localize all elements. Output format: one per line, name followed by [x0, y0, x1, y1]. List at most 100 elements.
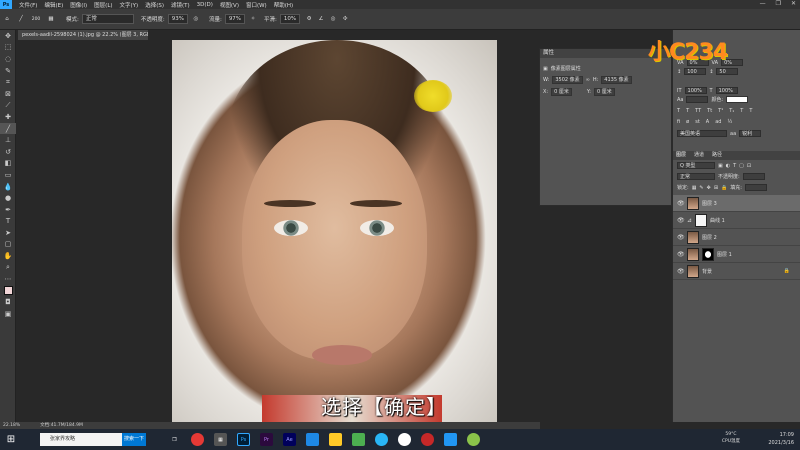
layer-row[interactable]: 👁 背景 🔒 [673, 263, 800, 280]
lock-pixels-icon[interactable]: ▦ [692, 185, 697, 191]
titling-icon[interactable]: ad [715, 119, 721, 125]
underline-icon[interactable]: T [740, 108, 743, 114]
brush-tool-icon[interactable]: ╱ [14, 16, 28, 22]
menu-filter[interactable]: 滤镜(T) [171, 1, 190, 9]
layer-opacity-field[interactable] [742, 173, 765, 180]
premiere-icon[interactable]: Pr [260, 433, 273, 446]
minimize-button[interactable]: — [760, 0, 766, 7]
zoom-level[interactable]: 22.18% [3, 422, 20, 429]
visibility-eye-icon[interactable]: 👁 [677, 217, 685, 224]
tab-paths[interactable]: 路径 [712, 151, 722, 160]
photoshop-logo[interactable]: Ps [0, 0, 12, 9]
filter-pixel-icon[interactable]: ▣ [718, 163, 723, 169]
layer-row[interactable]: 👁 ⊿ 曲线 1 [673, 212, 800, 229]
language-select[interactable]: 美国英语 [677, 130, 727, 137]
smoothing-field[interactable]: 10% [279, 14, 301, 24]
pressure-opacity-icon[interactable]: ◎ [191, 16, 201, 22]
healing-brush-icon[interactable]: ✚ [0, 111, 16, 123]
app-white-icon[interactable] [398, 433, 411, 446]
menu-view[interactable]: 视图(V) [220, 1, 239, 9]
lock-artboard-icon[interactable]: ⊞ [714, 185, 718, 191]
pressure-size-icon[interactable]: ◎ [327, 16, 339, 22]
lock-move-icon[interactable]: ✥ [707, 185, 711, 191]
mode-select[interactable]: 正常 [81, 14, 134, 24]
screen-mode-icon[interactable]: ▣ [0, 308, 16, 320]
app-video-icon[interactable] [444, 433, 457, 446]
opacity-field[interactable]: 93% [167, 14, 188, 24]
menu-file[interactable]: 文件(F) [19, 1, 37, 9]
alternates-icon[interactable]: A [706, 119, 709, 125]
task-view-icon[interactable]: ❒ [168, 433, 181, 446]
horizontal-scale-field[interactable]: 100% [715, 87, 738, 94]
leading-field[interactable]: 50 [716, 68, 739, 75]
superscript-icon[interactable]: T¹ [718, 108, 723, 114]
lock-all-icon[interactable]: 🔒 [721, 185, 727, 191]
menu-select[interactable]: 选择(S) [145, 1, 164, 9]
taskbar-search-button[interactable]: 搜索一下 [122, 433, 146, 446]
antialias-select[interactable]: 锐利 [739, 130, 762, 137]
symmetry-icon[interactable]: ✣ [339, 16, 351, 22]
menu-help[interactable]: 帮助(H) [274, 1, 293, 9]
layer-row[interactable]: 👁 图层 1 [673, 246, 800, 263]
subscript-icon[interactable]: T₁ [729, 108, 734, 114]
x-field[interactable]: 0 厘米 [551, 88, 572, 96]
history-brush-icon[interactable]: ↺ [0, 146, 16, 158]
explorer-icon[interactable]: ▦ [214, 433, 227, 446]
layer-filter-select[interactable]: Q 类型 [677, 162, 715, 169]
text-color-swatch[interactable] [726, 96, 749, 103]
blur-tool-icon[interactable]: 💧 [0, 181, 16, 193]
photoshop-taskbar-icon[interactable]: Ps [237, 433, 250, 446]
layer-row[interactable]: 👁 图层 3 [673, 195, 800, 212]
menu-type[interactable]: 文字(Y) [120, 1, 139, 9]
zoom-tool-icon[interactable]: ⌕ [0, 262, 16, 274]
vertical-scale-field[interactable]: 100% [684, 87, 707, 94]
eraser-tool-icon[interactable]: ◧ [0, 158, 16, 170]
airbrush-icon[interactable]: ✧ [248, 16, 258, 22]
taskbar-clock[interactable]: 17:09 2021/3/16 [768, 431, 794, 447]
baseline-field[interactable] [686, 96, 709, 103]
faux-bold-icon[interactable]: T [677, 108, 680, 114]
faux-italic-icon[interactable]: T [686, 108, 689, 114]
y-field[interactable]: 0 厘米 [593, 88, 615, 96]
all-caps-icon[interactable]: TT [695, 108, 701, 114]
ligature-icon[interactable]: fi [677, 119, 680, 125]
filter-smart-icon[interactable]: ⊡ [747, 163, 751, 169]
angle-icon[interactable]: ∠ [315, 16, 327, 22]
app-green-icon[interactable] [467, 433, 480, 446]
app-blue-icon[interactable] [306, 433, 319, 446]
brush-panel-icon[interactable]: ▦ [44, 16, 58, 22]
menu-edit[interactable]: 编辑(E) [44, 1, 63, 9]
wechat-icon[interactable] [352, 433, 365, 446]
record-icon[interactable] [421, 433, 434, 446]
color-swatches[interactable] [0, 285, 16, 297]
close-button[interactable]: ✕ [791, 0, 796, 7]
small-caps-icon[interactable]: Tt [707, 108, 712, 114]
tab-channels[interactable]: 通道 [694, 151, 704, 160]
maximize-button[interactable]: ❐ [776, 0, 781, 7]
lasso-tool-icon[interactable]: ◌ [0, 53, 16, 65]
visibility-eye-icon[interactable]: 👁 [677, 200, 685, 207]
lock-brush-icon[interactable]: ✎ [699, 185, 703, 191]
eyedropper-tool-icon[interactable]: ⟋ [0, 100, 16, 112]
menu-image[interactable]: 图像(I) [70, 1, 87, 9]
brush-tool-icon[interactable]: ╱ [0, 122, 16, 135]
brush-size-preset[interactable]: 200 [28, 17, 44, 22]
settings-gear-icon[interactable]: ⚙ [303, 16, 315, 22]
after-effects-icon[interactable]: Ae [283, 433, 296, 446]
move-tool-icon[interactable]: ✥ [0, 30, 16, 42]
taskbar-search-box[interactable]: 张家界攻略 [40, 433, 122, 446]
windows-start-icon[interactable]: ⊞ [4, 433, 18, 447]
fill-field[interactable] [744, 184, 767, 191]
hand-tool-icon[interactable]: ✋ [0, 250, 16, 262]
menu-layer[interactable]: 图层(L) [94, 1, 112, 9]
filter-shape-icon[interactable]: ▢ [739, 163, 744, 169]
filter-adjust-icon[interactable]: ◐ [726, 163, 730, 169]
chrome-icon[interactable] [191, 433, 204, 446]
blend-mode-select[interactable]: 正常 [677, 173, 715, 180]
scale-field[interactable]: 100 [684, 68, 707, 75]
marquee-tool-icon[interactable]: ⬚ [0, 42, 16, 54]
stamp-tool-icon[interactable]: ⊥ [0, 134, 16, 146]
app-yellow-icon[interactable] [329, 433, 342, 446]
home-icon[interactable]: ⌂ [0, 16, 14, 22]
width-field[interactable]: 3502 像素 [552, 76, 583, 84]
